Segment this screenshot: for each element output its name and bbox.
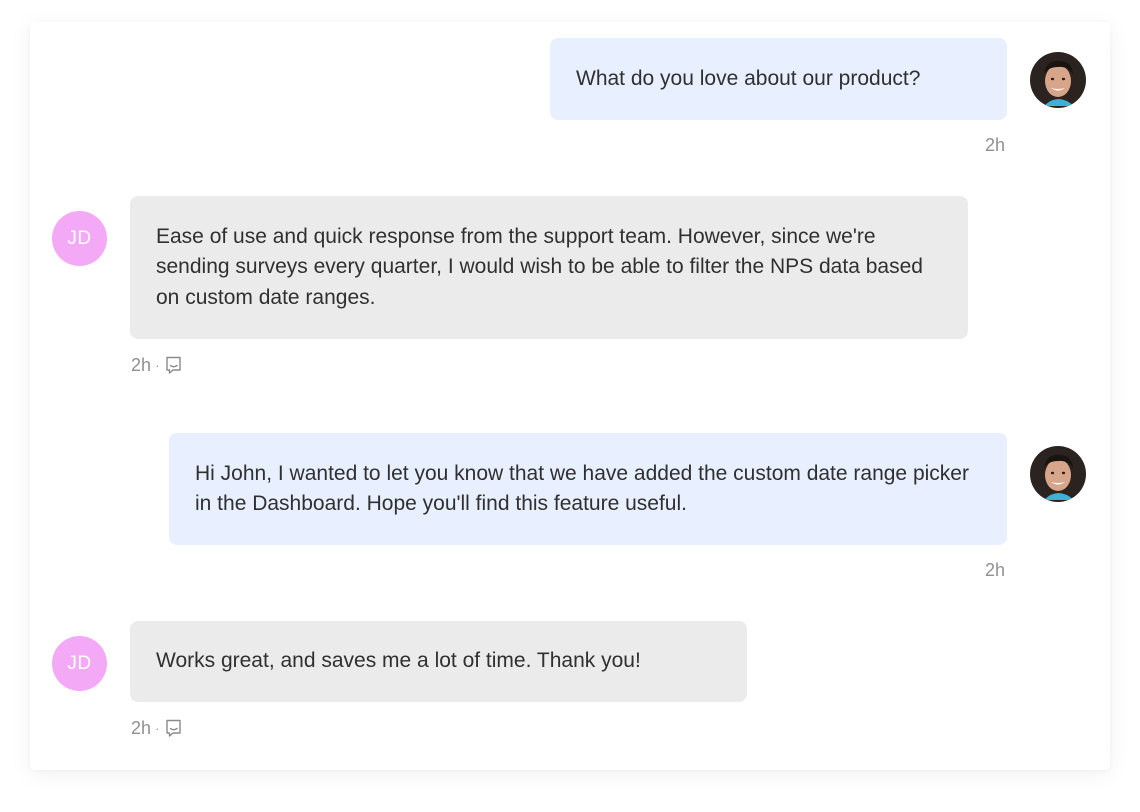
customer-message-bubble: Ease of use and quick response from the … <box>130 196 968 339</box>
agent-avatar[interactable] <box>1030 52 1086 108</box>
avatar-initials: JD <box>67 652 92 674</box>
message-meta: 2h · <box>131 354 184 376</box>
message-meta: 2h · <box>131 717 184 739</box>
meta-separator: · <box>155 357 160 373</box>
message-timestamp: 2h <box>985 135 1006 155</box>
message-timestamp: 2h <box>131 355 152 375</box>
customer-avatar[interactable]: JD <box>52 636 107 691</box>
meta-separator: · <box>155 720 160 736</box>
message-timestamp: 2h <box>985 560 1006 580</box>
agent-message-bubble: What do you love about our product? <box>550 38 1007 120</box>
message-text: What do you love about our product? <box>576 66 921 90</box>
avatar-initials: JD <box>67 227 92 249</box>
message-timestamp: 2h <box>131 718 152 738</box>
feedback-icon[interactable] <box>164 718 184 738</box>
feedback-icon[interactable] <box>164 355 184 375</box>
message-text: Hi John, I wanted to let you know that w… <box>195 461 969 516</box>
agent-message-bubble: Hi John, I wanted to let you know that w… <box>169 433 1007 545</box>
message-text: Works great, and saves me a lot of time.… <box>156 649 641 673</box>
customer-avatar[interactable]: JD <box>52 211 107 266</box>
customer-message-bubble: Works great, and saves me a lot of time.… <box>130 621 747 702</box>
message-text: Ease of use and quick response from the … <box>156 224 923 309</box>
agent-avatar[interactable] <box>1030 446 1086 502</box>
